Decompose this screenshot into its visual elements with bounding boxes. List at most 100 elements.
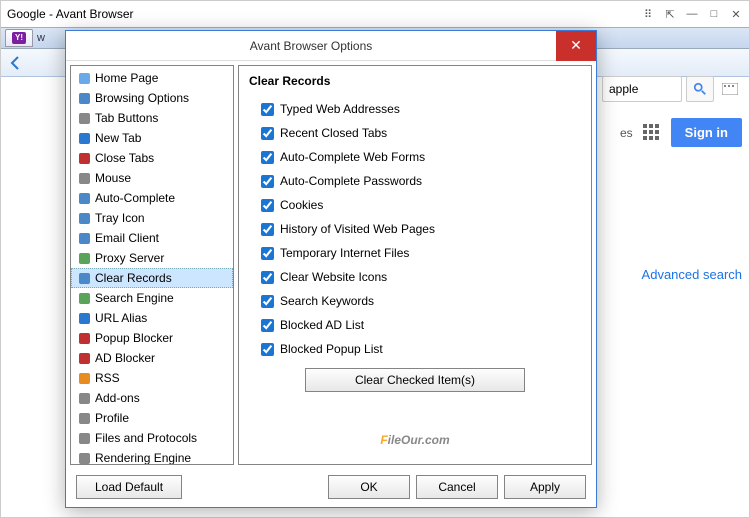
check-row-clear-website-icons: Clear Website Icons <box>261 270 581 284</box>
sidebar-item-profile[interactable]: Profile <box>71 408 233 428</box>
advanced-search-link[interactable]: Advanced search <box>602 267 742 282</box>
sidebar-item-rendering-engine[interactable]: Rendering Engine <box>71 448 233 465</box>
checkbox-auto-complete-web-forms[interactable] <box>261 151 274 164</box>
add-ons-icon <box>77 391 91 405</box>
tray-icon-icon <box>77 211 91 225</box>
search-value: apple <box>609 82 638 96</box>
ok-button[interactable]: OK <box>328 475 410 499</box>
email-client-icon <box>77 231 91 245</box>
sidebar-item-label: Close Tabs <box>95 150 154 166</box>
clear-records-icon <box>77 271 91 285</box>
sidebar-item-search-engine[interactable]: Search Engine <box>71 288 233 308</box>
checkbox-history-of-visited-web-pages[interactable] <box>261 223 274 236</box>
home-page-icon <box>77 71 91 85</box>
sidebar-item-label: Files and Protocols <box>95 430 197 446</box>
sidebar-item-label: Proxy Server <box>95 250 164 266</box>
sidebar-item-browsing-options[interactable]: Browsing Options <box>71 88 233 108</box>
page-content: apple es Sign in Advanced search <box>602 76 742 282</box>
sidebar-item-label: Auto-Complete <box>95 190 175 206</box>
minimize-icon[interactable]: ⇱ <box>663 7 677 21</box>
check-row-search-keywords: Search Keywords <box>261 294 581 308</box>
sidebar-item-ad-blocker[interactable]: AD Blocker <box>71 348 233 368</box>
back-button[interactable] <box>5 52 27 74</box>
browsing-options-icon <box>77 91 91 105</box>
sidebar-item-auto-complete[interactable]: Auto-Complete <box>71 188 233 208</box>
minimize-button[interactable]: — <box>685 7 699 21</box>
new-tab-icon <box>77 131 91 145</box>
sidebar-item-popup-blocker[interactable]: Popup Blocker <box>71 328 233 348</box>
sidebar-item-label: Clear Records <box>95 270 172 286</box>
checkbox-blocked-ad-list[interactable] <box>261 319 274 332</box>
watermark-rest: ileOur.com <box>388 433 450 447</box>
sidebar-item-files-and-protocols[interactable]: Files and Protocols <box>71 428 233 448</box>
check-row-recent-closed-tabs: Recent Closed Tabs <box>261 126 581 140</box>
google-apps-icon[interactable] <box>643 124 661 142</box>
check-row-typed-web-addresses: Typed Web Addresses <box>261 102 581 116</box>
close-button[interactable]: ✕ <box>729 7 743 21</box>
signin-button[interactable]: Sign in <box>671 118 742 147</box>
sidebar-item-url-alias[interactable]: URL Alias <box>71 308 233 328</box>
check-row-cookies: Cookies <box>261 198 581 212</box>
sidebar-item-label: New Tab <box>95 130 141 146</box>
search-engine-icon <box>77 291 91 305</box>
sidebar-item-rss[interactable]: RSS <box>71 368 233 388</box>
checkbox-blocked-popup-list[interactable] <box>261 343 274 356</box>
checkbox-label: Cookies <box>280 198 323 212</box>
sidebar-item-label: Popup Blocker <box>95 330 173 346</box>
checkbox-label: Blocked Popup List <box>280 342 383 356</box>
checkbox-cookies[interactable] <box>261 199 274 212</box>
rss-icon <box>77 371 91 385</box>
sidebar-item-label: Email Client <box>95 230 159 246</box>
clear-checked-button[interactable]: Clear Checked Item(s) <box>305 368 525 392</box>
checkbox-label: Blocked AD List <box>280 318 364 332</box>
search-input[interactable]: apple <box>602 76 682 102</box>
checkbox-search-keywords[interactable] <box>261 295 274 308</box>
check-row-history-of-visited-web-pages: History of Visited Web Pages <box>261 222 581 236</box>
checkbox-temporary-internet-files[interactable] <box>261 247 274 260</box>
sidebar-item-close-tabs[interactable]: Close Tabs <box>71 148 233 168</box>
ad-blocker-icon <box>77 351 91 365</box>
sidebar-item-mouse[interactable]: Mouse <box>71 168 233 188</box>
checkbox-recent-closed-tabs[interactable] <box>261 127 274 140</box>
sidebar-item-clear-records[interactable]: Clear Records <box>71 268 233 288</box>
files-and-protocols-icon <box>77 431 91 445</box>
header-row: es Sign in <box>602 118 742 147</box>
tab-buttons-icon <box>77 111 91 125</box>
sidebar-item-tray-icon[interactable]: Tray Icon <box>71 208 233 228</box>
url-alias-icon <box>77 311 91 325</box>
check-row-auto-complete-passwords: Auto-Complete Passwords <box>261 174 581 188</box>
sidebar-item-add-ons[interactable]: Add-ons <box>71 388 233 408</box>
sidebar-item-tab-buttons[interactable]: Tab Buttons <box>71 108 233 128</box>
search-wrap: apple <box>602 76 742 102</box>
sidebar-item-proxy-server[interactable]: Proxy Server <box>71 248 233 268</box>
tab-label: w <box>37 32 45 44</box>
maximize-button[interactable]: □ <box>707 7 721 21</box>
language-link[interactable]: es <box>620 126 633 140</box>
search-button[interactable] <box>686 76 714 102</box>
sidebar-item-label: Browsing Options <box>95 90 189 106</box>
keyboard-button[interactable] <box>718 76 742 102</box>
apply-button[interactable]: Apply <box>504 475 586 499</box>
checkbox-label: Recent Closed Tabs <box>280 126 387 140</box>
sidebar-item-label: Tray Icon <box>95 210 145 226</box>
dialog-close-button[interactable]: ✕ <box>556 31 596 61</box>
dialog-body: Home Page Browsing Options Tab Buttons New … <box>66 61 596 469</box>
load-default-button[interactable]: Load Default <box>76 475 182 499</box>
checkbox-typed-web-addresses[interactable] <box>261 103 274 116</box>
window-controls: ⠿ ⇱ — □ ✕ <box>641 7 743 21</box>
tab-yahoo[interactable]: Y! <box>5 29 33 47</box>
checkbox-clear-website-icons[interactable] <box>261 271 274 284</box>
sidebar-item-label: AD Blocker <box>95 350 155 366</box>
checkbox-label: Search Keywords <box>280 294 374 308</box>
sidebar-item-home-page[interactable]: Home Page <box>71 68 233 88</box>
apps-icon[interactable]: ⠿ <box>641 7 655 21</box>
sidebar-item-email-client[interactable]: Email Client <box>71 228 233 248</box>
sidebar-item-new-tab[interactable]: New Tab <box>71 128 233 148</box>
check-row-auto-complete-web-forms: Auto-Complete Web Forms <box>261 150 581 164</box>
mouse-icon <box>77 171 91 185</box>
checkbox-auto-complete-passwords[interactable] <box>261 175 274 188</box>
watermark: FileOur.com <box>239 427 591 450</box>
sidebar-item-label: Profile <box>95 410 129 426</box>
cancel-button[interactable]: Cancel <box>416 475 498 499</box>
proxy-server-icon <box>77 251 91 265</box>
